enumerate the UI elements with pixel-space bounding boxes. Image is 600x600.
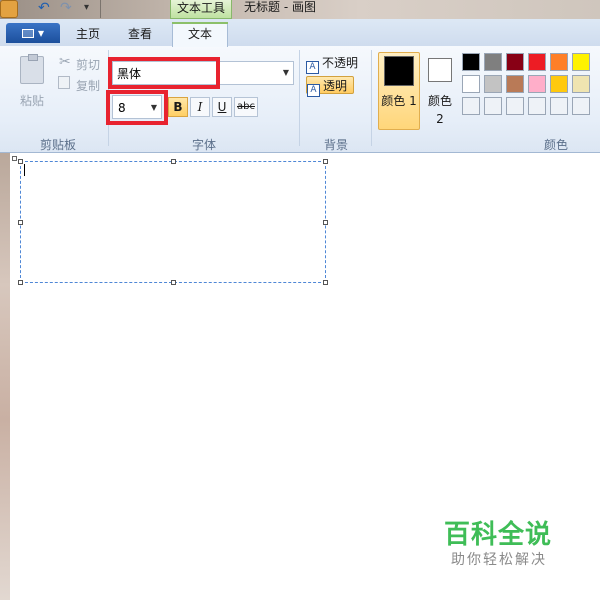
resize-handle[interactable] [323,280,328,285]
font-family-input[interactable] [117,65,267,81]
opaque-label: 不透明 [322,56,359,70]
title-bar: ↶ ↷ ▾ 文本工具 无标题 - 画图 [0,0,600,19]
quick-access-dropdown-icon[interactable]: ▾ [84,0,89,16]
font-size-input[interactable] [118,100,148,116]
color2-label[interactable]: 颜色 2 [423,92,457,128]
color2-swatch[interactable] [428,58,452,82]
chevron-down-icon[interactable]: ▼ [283,68,289,77]
copy-button-label[interactable]: 复制 [76,77,100,94]
window-title: 无标题 - 画图 [244,0,316,14]
color-swatch[interactable] [462,53,480,71]
color1-swatch[interactable] [384,56,414,86]
app-icon[interactable] [0,0,18,18]
color-swatch[interactable] [550,53,568,71]
opaque-button[interactable]: A 不透明 [306,54,359,74]
italic-button[interactable]: I [190,97,210,117]
watermark-subtitle: 助你轻松解决 [451,552,547,568]
color-swatch[interactable] [550,97,568,115]
chevron-down-icon: ▾ [37,26,45,40]
copy-icon[interactable] [58,76,70,89]
strikethrough-button[interactable]: abc [234,97,258,117]
transparent-icon: A [307,84,320,97]
text-box[interactable] [20,161,326,283]
cut-button-label[interactable]: 剪切 [76,56,100,73]
clipboard-group-label: 剪贴板 [40,138,77,152]
resize-handle[interactable] [18,220,23,225]
color-swatch[interactable] [506,97,524,115]
transparent-button[interactable]: A 透明 [306,76,354,97]
background-group-label: 背景 [324,138,349,152]
redo-icon[interactable]: ↷ [60,0,72,16]
text-caret [24,164,25,176]
resize-handle[interactable] [323,159,328,164]
color-swatch[interactable] [528,53,546,71]
color-swatch[interactable] [484,53,502,71]
tab-view[interactable]: 查看 [128,26,152,42]
resize-handle[interactable] [171,159,176,164]
color-swatch[interactable] [462,75,480,93]
transparent-label: 透明 [323,79,348,93]
opaque-icon: A [306,61,319,74]
font-group-label: 字体 [192,138,217,152]
bold-button[interactable]: B [168,97,188,117]
tab-text[interactable]: 文本 [172,22,228,47]
undo-icon[interactable]: ↶ [38,0,50,16]
color-swatch[interactable] [506,75,524,93]
group-divider [371,50,372,146]
color1-label[interactable]: 颜色 1 [381,92,417,110]
resize-handle[interactable] [18,280,23,285]
title-separator [100,0,101,18]
color-swatch[interactable] [506,53,524,71]
resize-handle[interactable] [18,159,23,164]
color-swatch[interactable] [550,75,568,93]
scissors-icon[interactable]: ✂ [59,54,71,70]
underline-button[interactable]: U [212,97,232,117]
paste-icon[interactable] [20,54,44,84]
font-family-select[interactable]: ▼ [112,61,294,85]
color-swatch[interactable] [484,75,502,93]
resize-handle[interactable] [171,280,176,285]
desktop-background [0,150,10,600]
color-swatch[interactable] [572,75,590,93]
canvas-resize-handle[interactable] [12,156,17,161]
font-size-select[interactable]: ▼ [112,95,162,119]
document-icon [21,29,34,38]
file-menu-button[interactable]: ▾ [6,23,60,43]
watermark-title: 百科全说 [444,520,553,550]
tab-home[interactable]: 主页 [76,26,100,42]
color-swatch[interactable] [484,97,502,115]
color-swatch[interactable] [462,97,480,115]
resize-handle[interactable] [323,220,328,225]
chevron-down-icon[interactable]: ▼ [151,103,157,112]
group-divider [108,50,109,146]
colors-group-label: 颜色 [544,138,569,152]
color-swatch[interactable] [528,75,546,93]
paste-button-label[interactable]: 粘贴 [20,92,44,109]
text-tools-header: 文本工具 [170,0,232,19]
color-swatch[interactable] [572,53,590,71]
color-swatch[interactable] [528,97,546,115]
color-swatch[interactable] [572,97,590,115]
group-divider [299,50,300,146]
